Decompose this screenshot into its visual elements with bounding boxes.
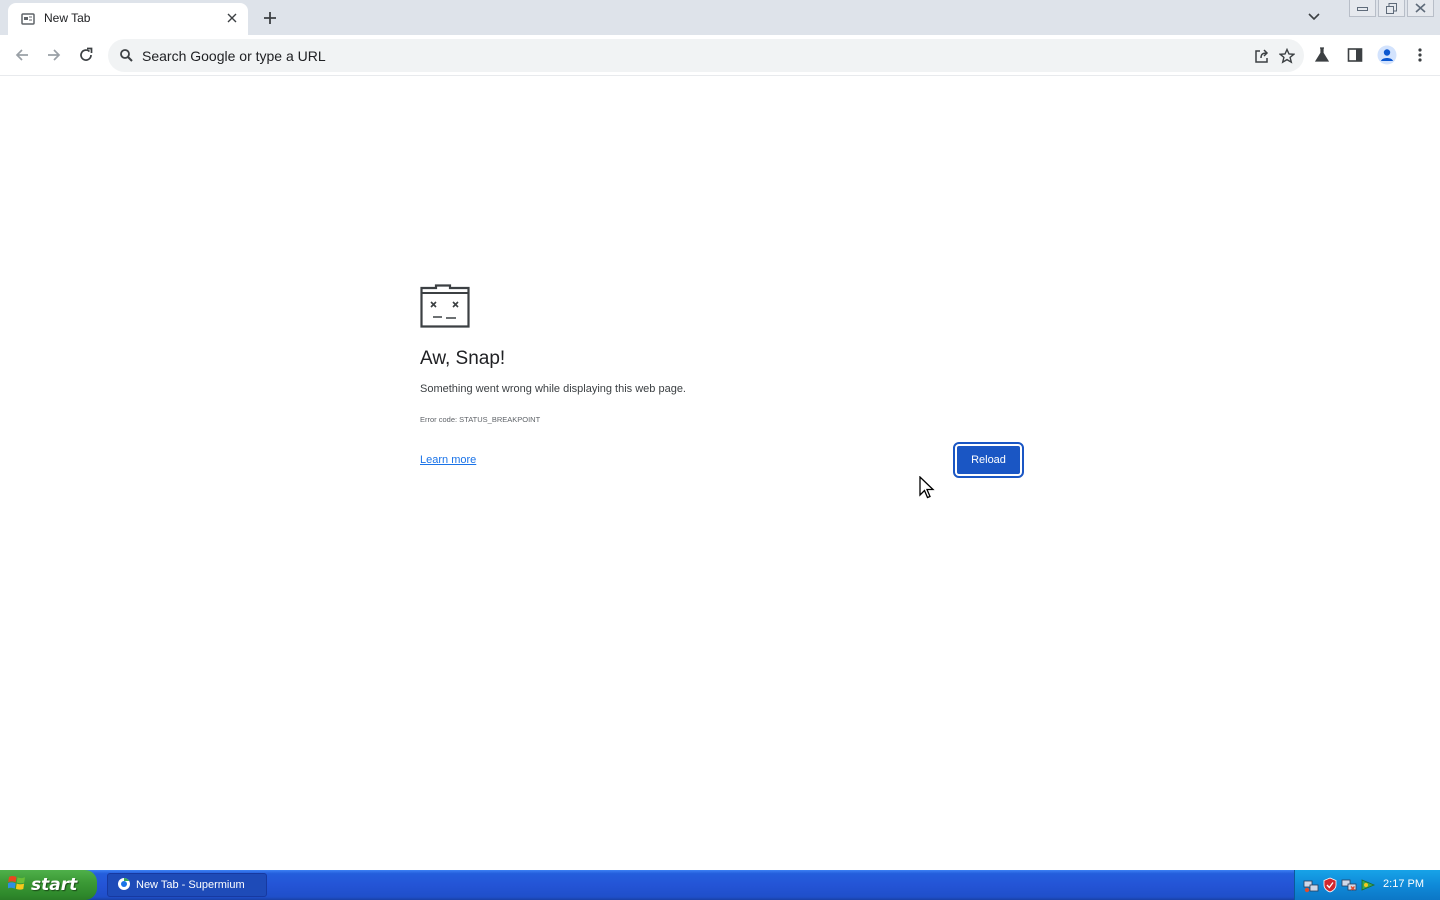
address-input[interactable] [142,39,1242,72]
taskbar-item-label: New Tab - Supermium [136,879,245,891]
back-icon[interactable] [10,43,34,67]
windows-logo-icon [7,874,26,896]
chevron-down-icon[interactable] [1302,6,1326,28]
error-title: Aw, Snap! [420,348,506,369]
labs-icon[interactable] [1311,44,1333,66]
error-description: Something went wrong while displaying th… [420,383,686,395]
update-icon[interactable] [1360,877,1376,893]
network-icon[interactable] [1303,877,1319,893]
profile-icon[interactable] [1376,44,1398,66]
tab-strip: New Tab [0,0,1440,35]
plus-icon[interactable] [258,6,282,30]
toolbar [0,35,1440,76]
menu-icon[interactable] [1409,44,1431,66]
tab-title: New Tab [44,11,91,25]
start-button[interactable]: start [0,870,97,900]
tab-favicon-icon [21,11,35,25]
error-page: Aw, Snap! Something went wrong while dis… [0,77,1440,870]
minimize-icon[interactable] [1349,0,1376,17]
network-alert-icon[interactable] [1341,877,1357,893]
window-controls [1349,0,1434,18]
forward-icon[interactable] [42,43,66,67]
tab-new-tab[interactable]: New Tab [8,3,248,35]
reload-button[interactable]: Reload [953,442,1024,478]
star-icon[interactable] [1277,46,1297,66]
side-panel-icon[interactable] [1344,44,1366,66]
reload-icon[interactable] [74,43,98,67]
sad-tab-icon [420,284,470,328]
supermium-icon [117,876,131,895]
search-icon [119,48,134,63]
omnibox[interactable] [108,39,1304,72]
taskbar-item-supermium[interactable]: New Tab - Supermium [107,873,267,897]
close-icon[interactable] [224,10,240,26]
clock: 2:17 PM [1383,878,1424,890]
security-shield-icon[interactable] [1322,877,1338,893]
restore-icon[interactable] [1378,0,1405,17]
close-window-icon[interactable] [1407,0,1434,17]
taskbar: start New Tab - Supermium 2:17 PM [0,870,1440,900]
share-icon[interactable] [1252,46,1272,66]
learn-more-link[interactable]: Learn more [420,454,476,466]
mouse-cursor-icon [919,475,935,500]
start-label: start [31,875,78,895]
error-code: Error code: STATUS_BREAKPOINT [420,415,541,424]
